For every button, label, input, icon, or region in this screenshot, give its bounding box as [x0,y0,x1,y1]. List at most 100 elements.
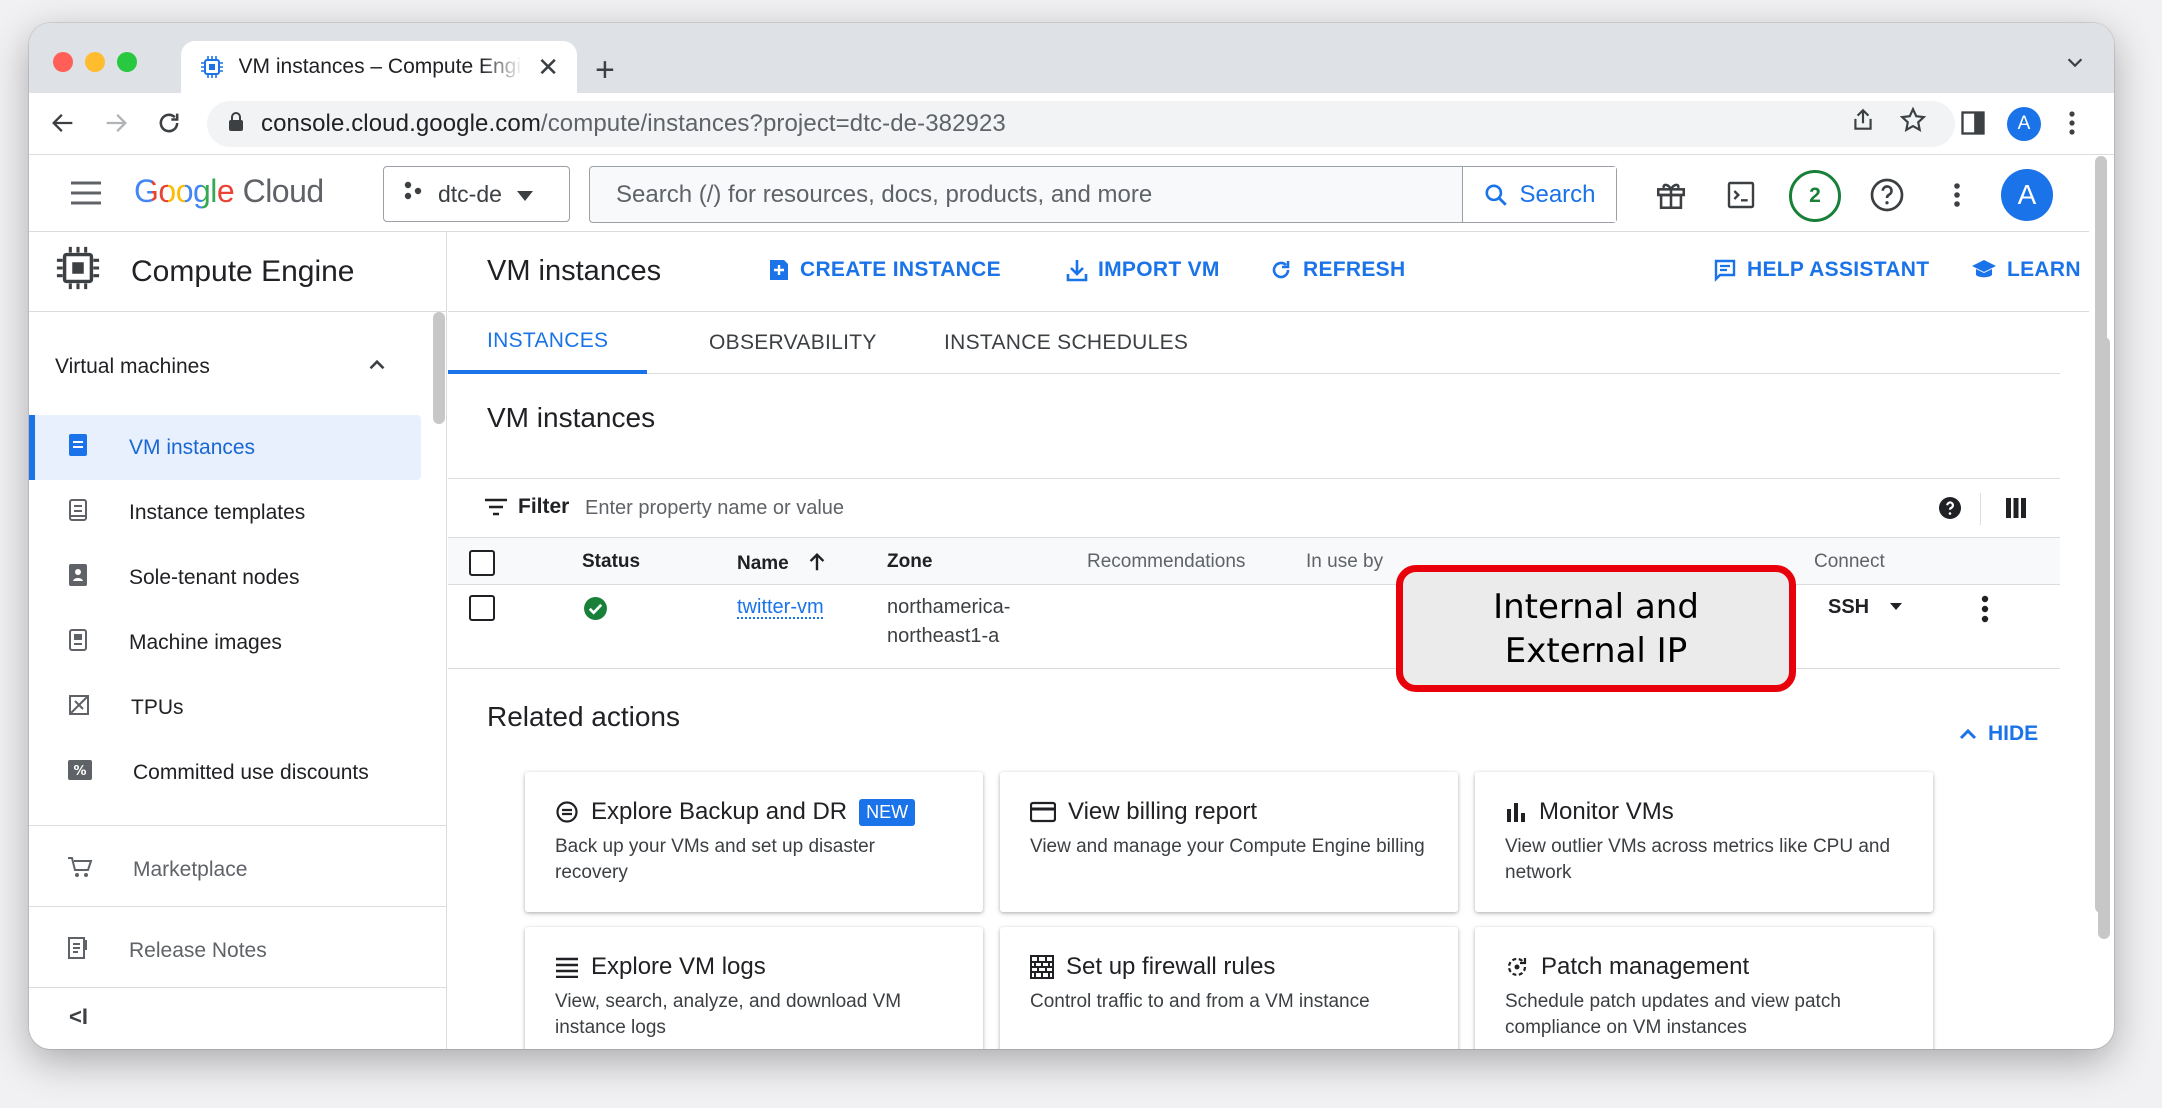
hide-related-button[interactable]: HIDE [1956,722,2038,746]
card-explore-backup[interactable]: Explore Backup and DR NEW Back up your V… [525,772,983,912]
card-title: Explore Backup and DR [591,798,848,825]
card-description: View and manage your Compute Engine bill… [1030,836,1425,857]
sidebar-item-label: Marketplace [133,857,248,881]
sidebar-item-sole-tenant-nodes[interactable]: Sole-tenant nodes [29,545,421,610]
column-name[interactable]: Name [737,551,828,575]
ssh-dropdown-icon[interactable] [1888,599,1904,617]
sidebar-item-release-notes[interactable]: Release Notes [29,918,421,983]
billing-icon [1030,801,1056,823]
search-input[interactable]: Search (/) for resources, docs, products… [589,166,1617,223]
sidebar-item-label: Release Notes [129,938,267,962]
more-vert-icon[interactable] [1937,175,1977,215]
reload-icon[interactable] [151,105,187,141]
hamburger-menu-icon[interactable] [69,178,103,213]
logo-cloud: Cloud [242,173,325,209]
add-box-icon [770,260,788,280]
url-field[interactable]: console.cloud.google.com/compute/instanc… [207,101,1955,147]
learn-button[interactable]: LEARN [1971,258,2081,282]
compute-engine-favicon-icon [199,54,225,80]
maximize-window-button[interactable] [117,52,137,72]
help-assistant-button[interactable]: HELP ASSISTANT [1713,258,1929,282]
sidebar-item-vm-instances[interactable]: VM instances [29,415,421,480]
sidebar-divider [29,906,447,907]
card-view-billing[interactable]: View billing report View and manage your… [1000,772,1458,912]
filter-button[interactable]: Filter [484,495,569,519]
help-icon[interactable] [1867,175,1907,215]
minimize-window-button[interactable] [85,52,105,72]
sidebar-item-marketplace[interactable]: Marketplace [29,837,421,902]
browser-tab[interactable]: VM instances – Compute Engine ✕ [181,41,577,93]
vm-name-link[interactable]: twitter-vm [737,593,824,622]
cloud-shell-icon[interactable] [1721,175,1761,215]
status-running-icon [583,596,608,626]
column-display-icon[interactable] [2004,497,2028,524]
sidebar-item-machine-images[interactable]: Machine images [29,610,421,675]
logo-google: Google [134,173,235,209]
section-virtual-machines[interactable]: Virtual machines [55,355,210,379]
create-instance-button[interactable]: CREATE INSTANCE [768,258,1001,282]
tab-close-icon[interactable]: ✕ [537,54,559,80]
sidebar-item-instance-templates[interactable]: Instance templates [29,480,421,545]
tab-search-chevron-icon[interactable] [2064,51,2086,78]
column-in-use-by[interactable]: In use by [1306,551,1383,573]
filter-icon [485,498,507,516]
column-recommendations[interactable]: Recommendations [1087,551,1245,573]
bookmark-star-icon[interactable] [1899,106,1927,138]
back-icon[interactable] [45,105,81,141]
row-checkbox[interactable] [469,595,495,621]
ssh-button[interactable]: SSH [1828,593,1869,622]
refresh-button[interactable]: REFRESH [1269,258,1405,282]
gift-icon[interactable] [1651,175,1691,215]
annotation-line-1: Internal and [1493,586,1699,627]
page-title: VM instances [487,255,662,287]
project-name: dtc-de [438,180,502,207]
browser-profile-avatar[interactable]: A [2007,107,2041,141]
release-notes-icon [67,936,89,966]
lock-icon[interactable] [227,111,245,137]
column-connect[interactable]: Connect [1814,551,1885,573]
filter-input[interactable]: Enter property name or value [585,497,844,520]
column-zone[interactable]: Zone [887,551,932,573]
sort-arrow-up-icon[interactable] [806,551,828,573]
filter-bar[interactable]: Filter Enter property name or value [448,478,2060,538]
school-icon [1972,260,1996,278]
account-avatar[interactable]: A [2001,169,2053,221]
sidebar-item-tpus[interactable]: TPUs [29,675,421,740]
monitor-icon [1507,803,1525,822]
tab-bar: INSTANCES OBSERVABILITY INSTANCE SCHEDUL… [448,312,2060,374]
tab-instance-schedules[interactable]: INSTANCE SCHEDULES [944,312,1188,374]
side-panel-icon[interactable] [1959,109,1987,142]
help-circle-icon[interactable] [1938,496,1962,525]
notifications-badge[interactable]: 2 [1789,170,1841,222]
chevron-up-icon[interactable] [364,352,390,383]
card-monitor-vms[interactable]: Monitor VMs View outlier VMs across metr… [1475,772,1933,912]
card-patch-management[interactable]: Patch management Schedule patch updates … [1475,927,1933,1049]
card-firewall-rules[interactable]: Set up firewall rules Control traffic to… [1000,927,1458,1049]
vm-zone: northamerica- northeast1-a [887,593,1010,651]
url-path: /compute/instances?project=dtc-de-382923 [540,110,1006,137]
page-scrollbar[interactable] [2095,156,2107,913]
column-status[interactable]: Status [582,551,640,573]
sidebar-scrollbar[interactable] [433,312,445,424]
row-more-actions-icon[interactable] [1980,593,1990,630]
tab-observability[interactable]: OBSERVABILITY [709,312,877,374]
chevron-up-icon [1959,728,1977,740]
project-selector[interactable]: dtc-de [383,166,570,222]
card-explore-vm-logs[interactable]: Explore VM logs View, search, analyze, a… [525,927,983,1049]
search-button[interactable]: Search [1462,167,1616,222]
close-window-button[interactable] [53,52,73,72]
new-tab-button[interactable]: + [595,53,615,87]
google-cloud-logo[interactable]: Google Cloud [134,173,324,210]
select-all-checkbox[interactable] [469,550,495,576]
sole-tenant-icon [67,563,89,593]
share-icon[interactable] [1850,107,1876,138]
section-title: VM instances [487,402,656,433]
import-vm-button[interactable]: IMPORT VM [1066,258,1220,282]
tab-instances[interactable]: INSTANCES [448,312,648,374]
cart-icon [67,855,93,885]
forward-icon[interactable] [98,105,134,141]
collapse-sidebar-icon[interactable]: <I [69,1004,88,1030]
browser-menu-icon[interactable] [2067,109,2077,142]
sidebar-item-committed-use-discounts[interactable]: % Committed use discounts [29,740,421,805]
card-description: View outlier VMs across metrics like CPU… [1505,836,1891,883]
